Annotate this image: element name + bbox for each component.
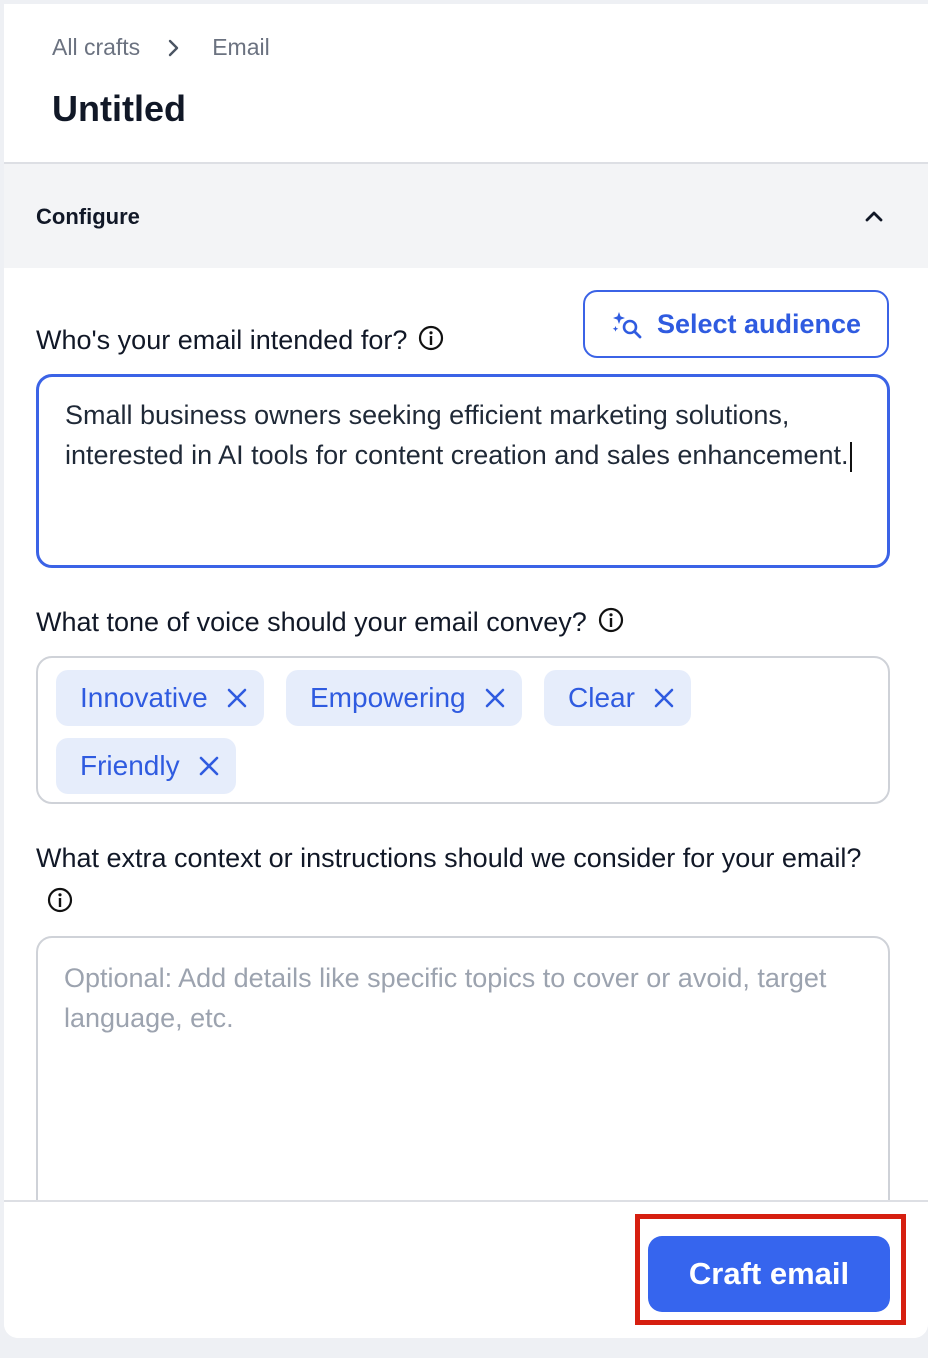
breadcrumb: All crafts Email	[52, 34, 270, 61]
tone-chip-innovative: Innovative	[56, 670, 264, 726]
chevron-right-icon	[166, 38, 182, 58]
configure-section-toggle[interactable]: Configure	[4, 164, 928, 268]
audience-text: Small business owners seeking efficient …	[65, 400, 849, 470]
page-title: Untitled	[52, 88, 186, 129]
chip-label: Clear	[568, 682, 635, 713]
context-placeholder: Optional: Add details like specific topi…	[64, 963, 827, 1033]
tone-multiselect[interactable]: Innovative Empowering Clear Friendly	[36, 656, 890, 804]
context-label-text: What extra context or instructions shoul…	[36, 843, 862, 873]
info-icon[interactable]	[417, 324, 445, 352]
breadcrumb-email: Email	[212, 34, 270, 60]
breadcrumb-all-crafts[interactable]: All crafts	[52, 34, 140, 61]
chip-label: Innovative	[80, 682, 208, 713]
configure-title: Configure	[36, 204, 140, 229]
info-icon[interactable]	[597, 606, 625, 634]
header: All crafts Email Untitled	[4, 4, 928, 164]
audience-label: Who's your email intended for?	[36, 318, 445, 362]
tone-chip-empowering: Empowering	[286, 670, 522, 726]
select-audience-label: Select audience	[656, 308, 862, 339]
context-label: What extra context or instructions shoul…	[36, 836, 886, 924]
tone-chip-clear: Clear	[544, 670, 691, 726]
chevron-up-icon[interactable]	[862, 204, 886, 228]
highlight-box	[635, 1214, 906, 1325]
close-icon[interactable]	[482, 685, 508, 711]
chip-label: Empowering	[310, 682, 466, 713]
close-icon[interactable]	[224, 685, 250, 711]
info-icon[interactable]	[46, 886, 74, 914]
chip-label: Friendly	[80, 750, 180, 781]
context-textarea[interactable]: Optional: Add details like specific topi…	[36, 936, 890, 1236]
tone-chip-friendly: Friendly	[56, 738, 236, 794]
audience-textarea[interactable]: Small business owners seeking efficient …	[36, 374, 890, 568]
sparkle-search-icon	[612, 312, 642, 339]
email-craft-panel: All crafts Email Untitled Configure Who'…	[4, 4, 928, 1338]
close-icon[interactable]	[196, 753, 222, 779]
select-audience-button[interactable]: Select audience	[583, 290, 889, 358]
audience-label-text: Who's your email intended for?	[36, 325, 408, 355]
tone-label-text: What tone of voice should your email con…	[36, 607, 587, 637]
close-icon[interactable]	[651, 685, 677, 711]
tone-label: What tone of voice should your email con…	[36, 600, 625, 644]
text-cursor	[849, 441, 852, 472]
